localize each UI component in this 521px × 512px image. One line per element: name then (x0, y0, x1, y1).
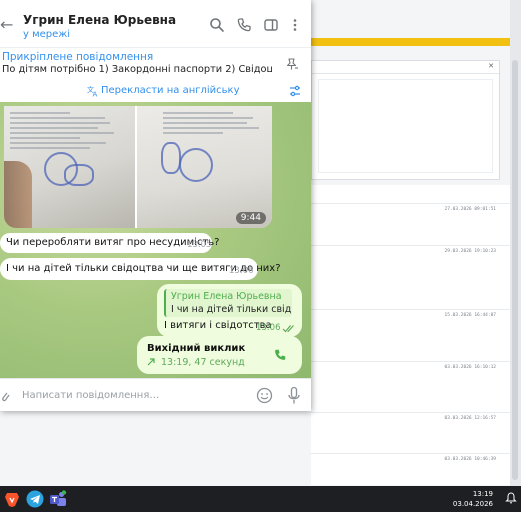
back-arrow-icon[interactable]: ← (0, 17, 13, 33)
list-row[interactable]: 15.03.2026 16:44:07 (311, 309, 510, 332)
emoji-icon[interactable] (256, 387, 273, 404)
taskbar: 13:19 03.04.2026 (0, 486, 521, 512)
translate-icon: 文 A (87, 85, 98, 98)
outgoing-reply-message[interactable]: Угрин Елена Юрьевна І чи на дітей тільки… (157, 284, 302, 337)
list-row[interactable]: 29.03.2026 19:10:23 (311, 245, 510, 268)
pinned-text: По дітям потрібно 1) Закордонні паспорти… (2, 64, 272, 75)
row-timestamp: 29.03.2026 19:10:23 (444, 249, 496, 254)
message-time: 13:06 (256, 323, 281, 333)
translate-label[interactable]: Перекласти на англійську (101, 85, 240, 96)
microphone-icon[interactable] (287, 386, 301, 405)
sidebar-toggle-icon[interactable] (263, 17, 279, 33)
list-row[interactable]: 03.03.2026 16:10:12 (311, 361, 510, 384)
document-text-lines (10, 112, 120, 152)
attach-icon[interactable] (0, 389, 10, 403)
pin-list-icon[interactable] (285, 57, 299, 71)
list-row[interactable]: 03.03.2026 10:46:39 (311, 453, 510, 476)
document-photo[interactable] (4, 106, 135, 228)
notification-icon[interactable] (505, 492, 517, 504)
svg-text:A: A (93, 91, 98, 98)
call-details: 13:19, 47 секунд (161, 357, 245, 368)
incoming-message[interactable]: І чи на дітей тільки свідоцтва чи ще вит… (0, 258, 281, 280)
panel-header: ✕ (312, 61, 499, 74)
panel-content (318, 79, 493, 173)
teams-icon[interactable] (49, 490, 67, 508)
contact-status: у мережі (23, 29, 71, 40)
call-title: Вихідний виклик (147, 343, 246, 354)
message-time: 13:05 (187, 240, 212, 250)
message-composer (0, 378, 311, 411)
page-highlight-bar (311, 38, 510, 46)
stamp-seal (179, 148, 213, 182)
page-scrollbar-thumb[interactable] (512, 60, 518, 480)
incoming-message[interactable]: Чи переробляти витяг про несудимість? 13… (0, 233, 219, 253)
pinned-title: Прикріплене повідомлення (2, 51, 154, 63)
reply-quoted-text: І чи на дітей тільки свідоц… (171, 304, 291, 315)
telegram-chat-window: ← Угрин Елена Юрьевна у мережі Прикріпле… (0, 0, 311, 411)
row-timestamp: 27.03.2026 09:01:51 (444, 207, 496, 212)
stamp-seal (161, 142, 181, 174)
message-time: 9:44 (235, 212, 266, 224)
row-timestamp: 03.03.2026 16:10:12 (444, 365, 496, 370)
translate-bar[interactable]: 文 A Перекласти на англійську (0, 80, 311, 103)
search-icon[interactable] (209, 17, 225, 33)
outgoing-arrow-icon (147, 358, 155, 366)
system-clock[interactable]: 13:19 03.04.2026 (453, 489, 493, 509)
chat-messages-area[interactable]: 9:44 Чи переробляти витяг про несудиміст… (0, 102, 311, 378)
chat-header: ← Угрин Елена Юрьевна у мережі (0, 5, 311, 43)
background-list: 27.03.2026 09:01:51 29.03.2026 19:10:23 … (311, 185, 510, 485)
contact-name[interactable]: Угрин Елена Юрьевна (23, 13, 176, 27)
background-panel: ✕ (311, 60, 500, 180)
translate-settings-icon[interactable] (288, 84, 302, 98)
brave-browser-icon[interactable] (3, 490, 21, 508)
photo-album-message[interactable]: 9:44 (4, 106, 272, 228)
list-row[interactable]: 27.03.2026 09:01:51 (311, 203, 510, 226)
document-photo[interactable] (137, 106, 272, 228)
close-icon[interactable]: ✕ (488, 62, 494, 70)
row-timestamp: 03.03.2026 10:46:39 (444, 457, 496, 462)
call-back-phone-icon[interactable] (273, 348, 287, 362)
reply-author: Угрин Елена Юрьевна (171, 291, 282, 302)
hand-in-photo (4, 161, 32, 228)
row-timestamp: 15.03.2026 16:44:07 (444, 313, 496, 318)
stamp-seal (64, 164, 94, 186)
clock-date: 03.04.2026 (452, 500, 493, 508)
read-checkmarks-icon (282, 325, 294, 333)
message-input[interactable] (22, 387, 242, 403)
pinned-message-bar[interactable]: Прикріплене повідомлення По дітям потріб… (0, 47, 311, 81)
reply-quote[interactable]: Угрин Елена Юрьевна І чи на дітей тільки… (164, 289, 292, 317)
phone-icon[interactable] (236, 17, 252, 33)
message-time: 13:06 (229, 266, 254, 276)
more-icon[interactable] (287, 17, 303, 33)
row-timestamp: 03.03.2026 12:16:57 (444, 416, 496, 421)
outgoing-call-message[interactable]: Вихідний виклик 13:19, 47 секунд (137, 336, 302, 374)
document-text-lines (163, 112, 263, 137)
list-row[interactable]: 03.03.2026 12:16:57 (311, 412, 510, 435)
clock-time: 13:19 (472, 490, 493, 498)
telegram-icon[interactable] (26, 490, 44, 508)
